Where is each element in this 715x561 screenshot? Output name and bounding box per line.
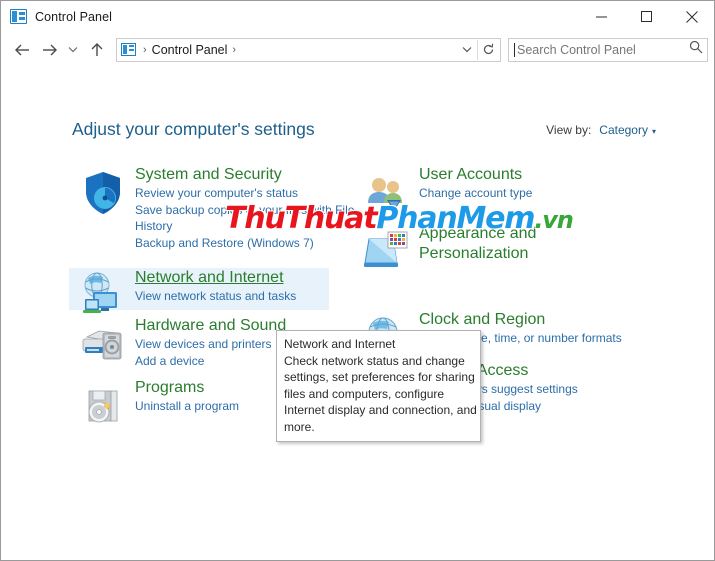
page-title: Adjust your computer's settings	[72, 119, 315, 139]
shield-icon	[79, 169, 127, 217]
control-panel-icon	[10, 9, 27, 24]
breadcrumb-item-control-panel[interactable]: Control Panel	[152, 43, 228, 57]
forward-button[interactable]	[36, 36, 63, 64]
refresh-button[interactable]	[478, 39, 498, 61]
category-body: User Accounts Change account type	[419, 165, 649, 202]
search-box[interactable]: Search Control Panel	[508, 37, 708, 62]
category-link[interactable]: View network status and tasks	[135, 288, 355, 305]
printer-speaker-icon	[79, 319, 127, 367]
category-link[interactable]: Review your computer's status	[135, 185, 355, 202]
tooltip: Network and Internet Check network statu…	[276, 330, 481, 442]
search-input[interactable]: Search Control Panel	[517, 43, 689, 57]
programs-disc-icon	[79, 382, 127, 430]
breadcrumb-separator[interactable]: ›	[227, 44, 241, 56]
category-link[interactable]: Change account type	[419, 185, 649, 202]
category-title[interactable]: System and Security	[135, 165, 282, 185]
tooltip-line: more.	[284, 419, 315, 434]
watermark-part-3: .vn	[534, 206, 573, 234]
category-title[interactable]: User Accounts	[419, 165, 522, 185]
tooltip-line: Check network status and change	[284, 353, 465, 368]
tooltip-line: files and computers, configure	[284, 386, 445, 401]
watermark-part-1: ThuThuat	[225, 201, 378, 236]
title-bar: Control Panel	[1, 1, 714, 32]
close-button[interactable]	[669, 1, 714, 32]
content-area: Adjust your computer's settings View by:…	[1, 67, 714, 560]
breadcrumb-separator: ›	[143, 43, 147, 56]
category-title[interactable]: Programs	[135, 378, 204, 398]
control-panel-window: Control Panel › Control Panel › Search C…	[0, 0, 715, 561]
tooltip-line: Internet display and connection, and	[284, 403, 477, 417]
heading-row: Adjust your computer's settings View by:…	[1, 119, 714, 143]
watermark: ThuThuatPhanMem.vn	[225, 201, 574, 236]
category-title[interactable]: Hardware and Sound	[135, 316, 286, 336]
network-globe-icon	[79, 270, 127, 318]
watermark-part-2: PhanMem	[376, 201, 535, 236]
title-bar-left: Control Panel	[1, 9, 112, 24]
minimize-button[interactable]	[579, 1, 624, 32]
category-body: Network and Internet View network status…	[135, 268, 355, 305]
category-title[interactable]: Clock and Region	[419, 310, 545, 330]
tooltip-line: Network and Internet	[284, 337, 396, 351]
address-bar[interactable]: › Control Panel ›	[116, 37, 501, 62]
recent-locations-button[interactable]	[63, 36, 83, 64]
tooltip-line: settings, set preferences for sharing	[284, 370, 475, 384]
window-controls	[579, 1, 714, 32]
address-dropdown-button[interactable]	[457, 39, 477, 61]
up-button[interactable]	[83, 36, 110, 64]
category-link[interactable]: Backup and Restore (Windows 7)	[135, 235, 355, 252]
chevron-down-icon[interactable]: ▾	[652, 127, 656, 136]
back-button[interactable]	[9, 36, 36, 64]
text-caret	[514, 42, 515, 57]
control-panel-icon	[121, 43, 136, 56]
category-title[interactable]: Network and Internet	[135, 268, 284, 288]
view-by-control[interactable]: View by: Category ▾	[546, 123, 656, 137]
view-by-label: View by:	[546, 123, 592, 137]
maximize-button[interactable]	[624, 1, 669, 32]
view-by-value[interactable]: Category	[599, 123, 648, 137]
navigation-bar: › Control Panel › Search Control Panel	[1, 32, 714, 67]
search-icon[interactable]	[689, 40, 703, 59]
window-title: Control Panel	[35, 9, 113, 24]
